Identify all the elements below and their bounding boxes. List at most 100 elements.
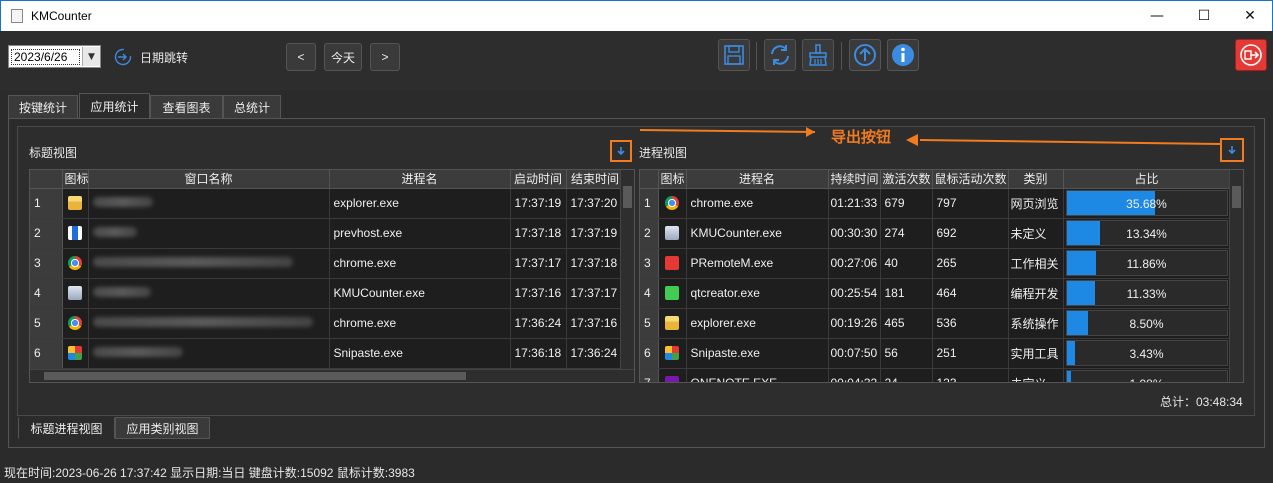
col-header-duration[interactable]: 持续时间 <box>828 170 881 189</box>
row-number: 1 <box>30 188 63 219</box>
duration-cell: 00:04:32 <box>828 368 881 382</box>
update-button[interactable] <box>849 39 881 71</box>
window-name-cell <box>88 248 330 279</box>
process-cell: Snipaste.exe <box>329 338 511 369</box>
bottom-tab-0[interactable]: 标题进程视图 <box>18 417 115 439</box>
corner-header <box>30 170 63 189</box>
date-value[interactable]: 2023/6/26 <box>11 48 80 65</box>
tab-1[interactable]: 应用统计 <box>79 93 150 119</box>
prev-day-button[interactable]: < <box>286 43 316 71</box>
table-row[interactable]: 5 explorer.exe 00:19:26 465 536 系统操作 8.50% <box>640 308 1231 339</box>
toolbar <box>0 31 1273 91</box>
vertical-scrollbar[interactable] <box>620 170 634 369</box>
exit-button[interactable] <box>1235 39 1267 71</box>
icon-cell <box>658 188 687 219</box>
col-header-start-time[interactable]: 启动时间 <box>510 170 567 189</box>
table-row[interactable]: 2 prevhost.exe 17:37:18 17:37:19 <box>30 218 625 249</box>
tab-0[interactable]: 按键统计 <box>8 95 78 119</box>
about-button[interactable] <box>887 39 919 71</box>
close-button[interactable]: ✕ <box>1227 1 1273 31</box>
table-row[interactable]: 2 KMUCounter.exe 00:30:30 274 692 未定义 13.34% <box>640 218 1231 249</box>
window-name-cell <box>88 338 330 369</box>
icon-cell <box>62 338 89 369</box>
col-header-activations[interactable]: 激活次数 <box>880 170 933 189</box>
horizontal-scrollbar[interactable] <box>30 369 634 382</box>
redacted-window-name <box>92 347 183 357</box>
table-row[interactable]: 6 Snipaste.exe 00:07:50 56 251 实用工具 3.43% <box>640 338 1231 369</box>
icon-cell <box>658 248 687 279</box>
window-name-cell <box>88 308 330 339</box>
col-header-share[interactable]: 占比 <box>1063 170 1231 189</box>
category-cell: 工作相关 <box>1008 248 1064 279</box>
table-row[interactable]: 4 KMUCounter.exe 17:37:16 17:37:17 <box>30 278 625 309</box>
table-row[interactable]: 1 explorer.exe 17:37:19 17:37:20 <box>30 188 625 219</box>
icon-cell <box>62 218 89 249</box>
scroll-thumb[interactable] <box>44 372 466 380</box>
share-progress-bar: 8.50% <box>1065 310 1228 336</box>
end-time-cell: 17:37:17 <box>566 278 625 309</box>
duration-cell: 00:07:50 <box>828 338 881 369</box>
status-bar: 现在时间:2023-06-26 17:37:42 显示日期:当日 键盘计数:15… <box>4 466 415 480</box>
tab-3[interactable]: 总统计 <box>223 95 281 119</box>
start-time-cell: 17:37:16 <box>510 278 567 309</box>
share-progress-bar: 3.43% <box>1065 340 1228 366</box>
table-row[interactable]: 1 chrome.exe 01:21:33 679 797 网页浏览 35.68% <box>640 188 1231 219</box>
row-number: 6 <box>640 338 659 369</box>
bottom-tab-1[interactable]: 应用类别视图 <box>115 417 210 439</box>
table-row[interactable]: 6 Snipaste.exe 17:36:18 17:36:24 <box>30 338 625 369</box>
col-header-mouse-activity[interactable]: 鼠标活动次数 <box>932 170 1009 189</box>
process-cell: Snipaste.exe <box>686 338 829 369</box>
icon-cell <box>658 218 687 249</box>
save-icon <box>724 45 744 65</box>
exit-icon <box>1240 44 1262 66</box>
table-header-row: 图标 窗口名称 进程名 启动时间 结束时间 <box>30 170 625 189</box>
row-number: 1 <box>640 188 659 219</box>
vertical-scrollbar[interactable] <box>1229 170 1243 382</box>
save-button[interactable] <box>718 39 750 71</box>
col-header-icon[interactable]: 图标 <box>62 170 89 189</box>
window-name-cell <box>88 278 330 309</box>
chevron-down-icon[interactable]: ▼ <box>82 47 100 66</box>
col-header-category[interactable]: 类别 <box>1008 170 1064 189</box>
col-header-end-time[interactable]: 结束时间 <box>566 170 625 189</box>
minimize-button[interactable]: — <box>1134 1 1180 31</box>
chrome-icon <box>68 316 82 331</box>
end-time-cell: 17:37:20 <box>566 188 625 219</box>
category-cell: 网页浏览 <box>1008 188 1064 219</box>
share-cell: 11.86% <box>1063 248 1231 279</box>
process-cell: explorer.exe <box>329 188 511 219</box>
next-day-button[interactable]: > <box>370 43 400 71</box>
toolbar-separator <box>841 42 842 70</box>
row-number: 2 <box>640 218 659 249</box>
date-jump-button[interactable]: 日期跳转 <box>114 46 188 68</box>
jump-arrow-icon <box>114 48 132 66</box>
table-row[interactable]: 7 ONENOTE.EXE00:04:3224123未定义1.98% <box>640 368 1231 382</box>
share-cell: 3.43% <box>1063 338 1231 369</box>
date-picker[interactable]: 2023/6/26 ▼ <box>8 45 101 68</box>
table-row[interactable]: 5 chrome.exe 17:36:24 17:37:16 <box>30 308 625 339</box>
col-header-process[interactable]: 进程名 <box>686 170 829 189</box>
table-row[interactable]: 4 qtcreator.exe 00:25:54 181 464 编程开发 11.33% <box>640 278 1231 309</box>
col-header-window-name[interactable]: 窗口名称 <box>88 170 330 189</box>
snipaste-icon <box>665 346 679 361</box>
broom-icon <box>809 44 827 66</box>
tab-2[interactable]: 查看图表 <box>150 95 223 119</box>
table-row[interactable]: 3 PRemoteM.exe 00:27:06 40 265 工作相关 11.86% <box>640 248 1231 279</box>
maximize-button[interactable]: ☐ <box>1181 1 1227 31</box>
col-header-process[interactable]: 进程名 <box>329 170 511 189</box>
icon-cell <box>658 368 687 382</box>
icon-cell <box>658 338 687 369</box>
scroll-thumb[interactable] <box>623 186 632 208</box>
scroll-thumb[interactable] <box>1232 186 1241 208</box>
app-icon <box>11 9 23 23</box>
activations-cell: 465 <box>880 308 933 339</box>
refresh-button[interactable] <box>764 39 796 71</box>
today-button[interactable]: 今天 <box>324 43 362 71</box>
kmucounter-icon <box>68 286 82 301</box>
clean-button[interactable] <box>802 39 834 71</box>
qtcreator-icon <box>665 286 679 301</box>
col-header-icon[interactable]: 图标 <box>658 170 687 189</box>
row-number: 6 <box>30 338 63 369</box>
end-time-cell: 17:37:19 <box>566 218 625 249</box>
table-row[interactable]: 3 chrome.exe 17:37:17 17:37:18 <box>30 248 625 279</box>
